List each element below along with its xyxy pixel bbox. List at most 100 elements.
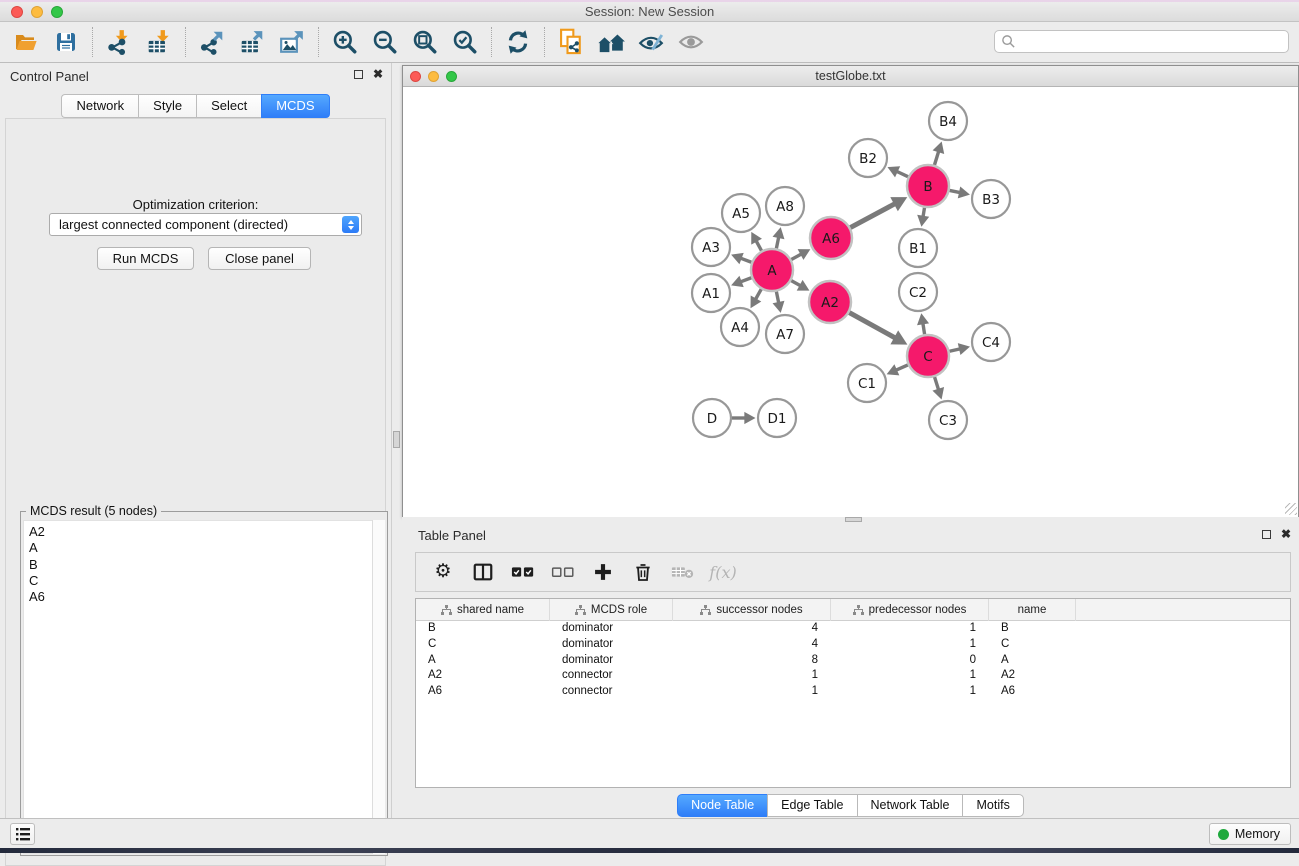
- table-row[interactable]: Cdominator41C: [416, 637, 1290, 653]
- graph-edge-B-B1[interactable]: [923, 208, 924, 217]
- table-cell[interactable]: dominator: [550, 621, 673, 637]
- tab-network-table[interactable]: Network Table: [857, 794, 963, 817]
- table-row[interactable]: Adominator80A: [416, 653, 1290, 669]
- column-header-name[interactable]: name: [989, 599, 1076, 621]
- refresh-view-button[interactable]: [498, 25, 538, 59]
- add-row-button[interactable]: [590, 559, 616, 585]
- graph-edge-A-A5[interactable]: [756, 241, 761, 251]
- zoom-fit-button[interactable]: [405, 25, 445, 59]
- table-cell[interactable]: C: [989, 637, 1076, 653]
- table-cell[interactable]: 1: [831, 637, 989, 653]
- zoom-selected-button[interactable]: [445, 25, 485, 59]
- graph-edge-A-A4[interactable]: [755, 289, 761, 299]
- table-cell[interactable]: 1: [831, 668, 989, 684]
- graph-edge-C-C3[interactable]: [935, 377, 939, 390]
- open-session-button[interactable]: [6, 25, 46, 59]
- splitter-handle[interactable]: [845, 517, 862, 522]
- table-cell[interactable]: connector: [550, 668, 673, 684]
- tab-select[interactable]: Select: [196, 94, 261, 118]
- graph-edge-B-B4[interactable]: [934, 151, 938, 165]
- tab-motifs[interactable]: Motifs: [962, 794, 1023, 817]
- mcds-result-item[interactable]: A2: [24, 524, 373, 540]
- mcds-list-scrollbar[interactable]: [372, 520, 385, 854]
- graph-edge-A-A6[interactable]: [791, 254, 801, 259]
- zoom-window-button[interactable]: [51, 6, 63, 18]
- task-history-button[interactable]: [10, 823, 35, 845]
- delete-table-button[interactable]: [670, 559, 696, 585]
- table-settings-button[interactable]: ⚙: [430, 559, 456, 585]
- table-cell[interactable]: B: [989, 621, 1076, 637]
- table-cell[interactable]: A2: [989, 668, 1076, 684]
- column-header-predecessor-nodes[interactable]: predecessor nodes: [831, 599, 989, 621]
- tab-network[interactable]: Network: [61, 94, 138, 118]
- tab-edge-table[interactable]: Edge Table: [767, 794, 856, 817]
- graph-edge-A-A8[interactable]: [776, 237, 778, 248]
- network-canvas[interactable]: B4B2BB3A5A8A6A3B1AA1C2A2A4A7C4CC1DD1C3: [403, 88, 1298, 517]
- close-panel-icon[interactable]: ✖: [373, 69, 383, 79]
- table-cell[interactable]: 1: [831, 684, 989, 700]
- criterion-dropdown[interactable]: largest connected component (directed): [49, 213, 362, 236]
- mcds-result-item[interactable]: C: [24, 573, 373, 589]
- graph-edge-A-A3[interactable]: [741, 258, 752, 262]
- graph-edge-A-A1[interactable]: [741, 278, 752, 282]
- column-header-shared-name[interactable]: shared name: [416, 599, 550, 621]
- splitter-handle[interactable]: [393, 431, 400, 448]
- table-cell[interactable]: A2: [416, 668, 550, 684]
- search-input[interactable]: [994, 30, 1289, 53]
- table-cell[interactable]: A6: [989, 684, 1076, 700]
- export-image-button[interactable]: [272, 25, 312, 59]
- show-hidden-button[interactable]: [671, 25, 711, 59]
- deselect-all-rows-button[interactable]: [550, 559, 576, 585]
- table-cell[interactable]: A6: [416, 684, 550, 700]
- vertical-splitter[interactable]: [391, 63, 402, 818]
- float-panel-icon[interactable]: [354, 70, 363, 79]
- export-network-button[interactable]: [192, 25, 232, 59]
- float-panel-icon[interactable]: [1262, 530, 1271, 539]
- zoom-out-button[interactable]: [365, 25, 405, 59]
- graph-edge-A-A7[interactable]: [776, 292, 778, 303]
- graph-edge-A2-C[interactable]: [849, 313, 895, 338]
- table-cell[interactable]: dominator: [550, 637, 673, 653]
- table-row[interactable]: Bdominator41B: [416, 621, 1290, 637]
- table-cell[interactable]: dominator: [550, 653, 673, 669]
- run-mcds-button[interactable]: Run MCDS: [97, 247, 194, 270]
- table-cell[interactable]: 8: [673, 653, 831, 669]
- column-visibility-button[interactable]: [470, 559, 496, 585]
- graph-edge-A-A2[interactable]: [791, 281, 800, 286]
- clone-network-button[interactable]: [551, 25, 591, 59]
- graph-edge-A6-B[interactable]: [850, 204, 895, 228]
- mcds-result-item[interactable]: A6: [24, 589, 373, 605]
- table-cell[interactable]: A: [416, 653, 550, 669]
- import-table-button[interactable]: [139, 25, 179, 59]
- graph-edge-C-C1[interactable]: [896, 365, 908, 370]
- table-cell[interactable]: 1: [673, 668, 831, 684]
- table-cell[interactable]: 4: [673, 621, 831, 637]
- graph-edge-B-B2[interactable]: [897, 171, 908, 176]
- select-all-rows-button[interactable]: [510, 559, 536, 585]
- table-cell[interactable]: connector: [550, 684, 673, 700]
- tab-mcds[interactable]: MCDS: [261, 94, 329, 118]
- close-panel-button[interactable]: Close panel: [208, 247, 311, 270]
- column-header-mcds-role[interactable]: MCDS role: [550, 599, 673, 621]
- hide-selected-button[interactable]: [631, 25, 671, 59]
- tab-style[interactable]: Style: [138, 94, 196, 118]
- save-session-button[interactable]: [46, 25, 86, 59]
- window-resize-handle[interactable]: [1285, 503, 1297, 515]
- graph-edge-B-B3[interactable]: [950, 190, 960, 192]
- graph-edge-C-C2[interactable]: [923, 323, 925, 334]
- table-row[interactable]: A6connector11A6: [416, 684, 1290, 700]
- table-row[interactable]: A2connector11A2: [416, 668, 1290, 684]
- memory-button[interactable]: Memory: [1209, 823, 1291, 845]
- table-cell[interactable]: A: [989, 653, 1076, 669]
- mcds-result-list[interactable]: A2ABCA6: [23, 520, 374, 854]
- mcds-result-item[interactable]: A: [24, 540, 373, 556]
- tab-node-table[interactable]: Node Table: [677, 794, 767, 817]
- delete-rows-button[interactable]: [630, 559, 656, 585]
- table-cell[interactable]: 4: [673, 637, 831, 653]
- zoom-in-button[interactable]: [325, 25, 365, 59]
- table-cell[interactable]: 1: [673, 684, 831, 700]
- first-neighbors-button[interactable]: [591, 25, 631, 59]
- apply-function-button[interactable]: f(x): [710, 559, 736, 585]
- table-cell[interactable]: 0: [831, 653, 989, 669]
- table-cell[interactable]: B: [416, 621, 550, 637]
